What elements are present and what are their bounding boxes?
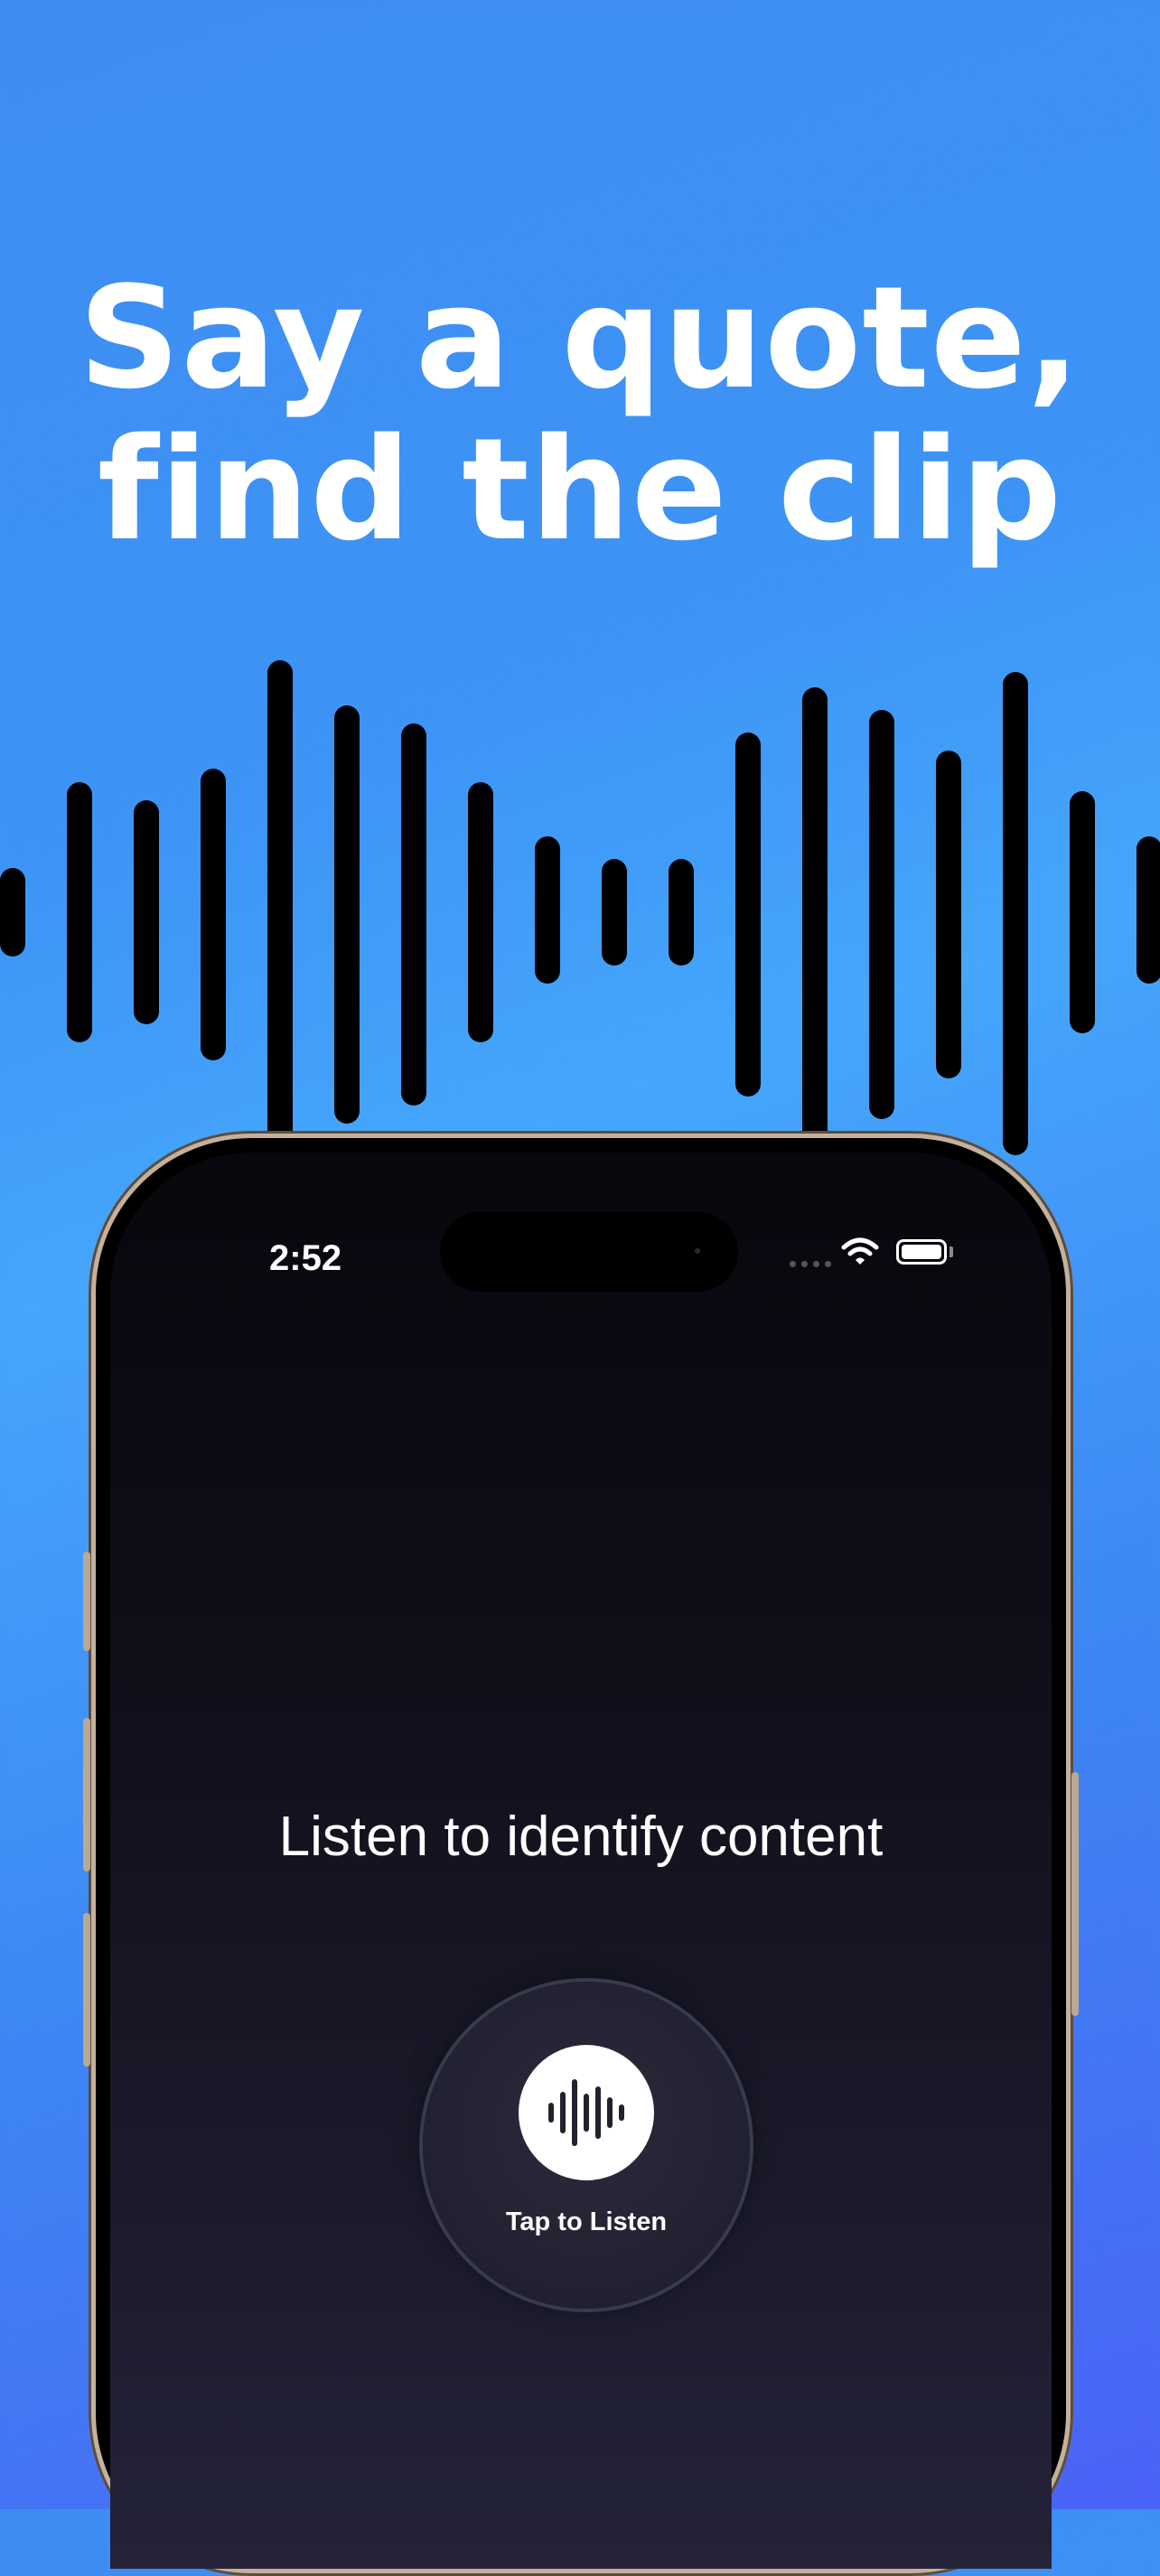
volume-up-button (83, 1718, 90, 1871)
listen-control[interactable]: Tap to Listen (423, 1982, 750, 2309)
phone-screen: 2:52 Listen to identify content Tap to L… (110, 1153, 1052, 2569)
battery-icon (896, 1239, 947, 1265)
phone-bezel: 2:52 Listen to identify content Tap to L… (96, 1138, 1066, 2569)
listen-button-label: Tap to Listen (505, 2207, 668, 2236)
volume-down-button (83, 1913, 90, 2067)
camera-dot (695, 1248, 700, 1254)
battery-tip (950, 1246, 953, 1257)
power-button (1071, 1772, 1079, 2016)
listen-prompt: Listen to identify content (278, 1806, 884, 1868)
decorative-waveform (0, 660, 1160, 1174)
listen-button[interactable] (519, 2045, 654, 2180)
cellular-signal-icon (790, 1261, 831, 1267)
waveform-icon (548, 2079, 624, 2146)
status-time: 2:52 (269, 1238, 342, 1278)
dynamic-island (440, 1212, 738, 1292)
headline-line-2: find the clip (97, 407, 1063, 572)
phone-frame: 2:52 Listen to identify content Tap to L… (83, 1131, 1079, 2576)
action-button (83, 1552, 90, 1651)
wifi-icon (841, 1237, 879, 1265)
headline: Say a quote, find the clip (0, 262, 1160, 565)
headline-line-1: Say a quote, (79, 256, 1081, 420)
